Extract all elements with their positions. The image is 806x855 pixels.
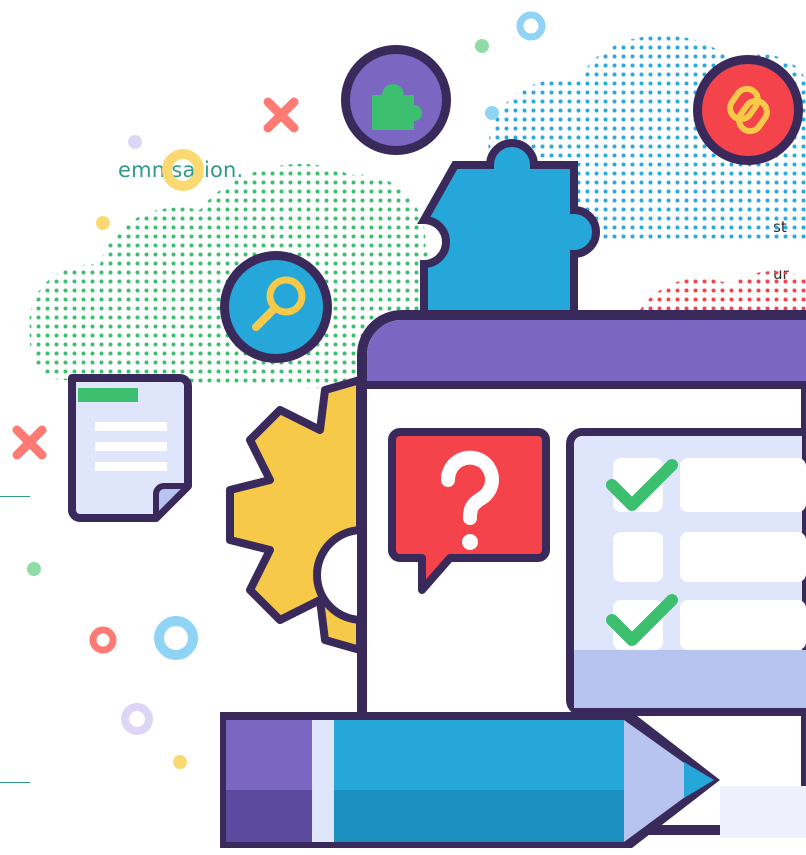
illustration <box>12 11 806 848</box>
puzzle-piece <box>417 139 600 318</box>
puzzle-icon <box>341 45 451 155</box>
document-icon <box>68 374 192 522</box>
search-icon <box>220 251 332 363</box>
link-icon <box>693 55 803 165</box>
checklist-icon <box>566 428 806 716</box>
